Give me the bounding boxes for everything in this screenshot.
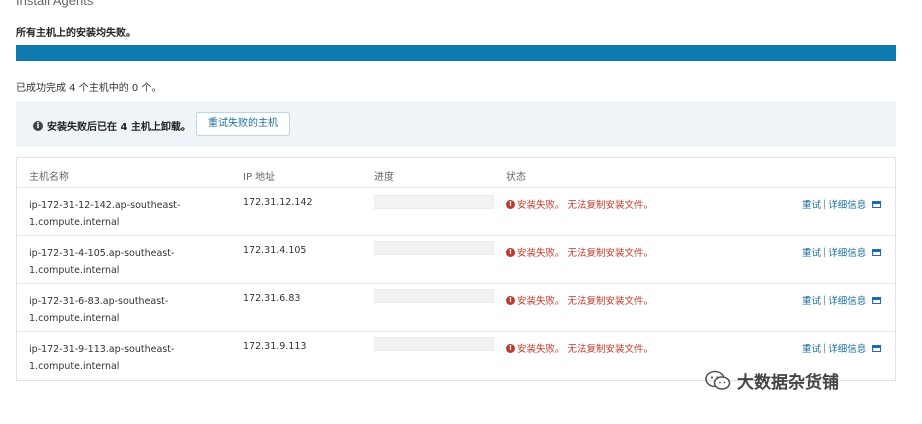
status-text: 安装失败。 无法复制安装文件。: [517, 296, 654, 307]
info-banner: i 安装失败后已在 4 主机上卸载。 重试失败的主机: [16, 101, 896, 147]
banner-text: 安装失败后已在 4 主机上卸载。: [47, 122, 191, 133]
status-cell: ! 安装失败。 无法复制安装文件。: [506, 197, 653, 211]
row-actions: 重试 | 详细信息: [802, 293, 882, 307]
info-icon: i: [33, 120, 43, 131]
separator: |: [823, 342, 827, 354]
retry-link[interactable]: 重试: [802, 341, 821, 355]
ip-address-cell: 172.31.6.83: [243, 293, 301, 304]
status-text: 安装失败。 无法复制安装文件。: [517, 344, 654, 355]
error-icon: !: [506, 247, 515, 257]
table-row: ip-172-31-12-142.ap-southeast- 1.compute…: [17, 188, 895, 236]
page-title: Install Agents: [16, 0, 94, 8]
wechat-icon: [705, 370, 731, 390]
banner-message: i 安装失败后已在 4 主机上卸载。: [33, 118, 191, 133]
table-row: ip-172-31-6-83.ap-southeast- 1.compute.i…: [17, 284, 895, 332]
status-text: 安装失败。 无法复制安装文件。: [517, 200, 654, 211]
host-name-line: ip-172-31-4-105.ap-southeast-: [29, 248, 175, 259]
header-host-name: 主机名称: [29, 172, 69, 183]
separator: |: [823, 198, 827, 210]
status-cell: ! 安装失败。 无法复制安装文件。: [506, 245, 653, 259]
host-name-line: ip-172-31-9-113.ap-southeast-: [29, 344, 175, 355]
ip-address-cell: 172.31.9.113: [243, 341, 307, 352]
details-link[interactable]: 详细信息: [828, 293, 866, 307]
watermark: 大数据杂货铺: [705, 368, 839, 393]
watermark-text: 大数据杂货铺: [737, 373, 839, 393]
status-cell: ! 安装失败。 无法复制安装文件。: [506, 293, 653, 307]
host-name-cell: ip-172-31-6-83.ap-southeast- 1.compute.i…: [29, 293, 219, 327]
row-actions: 重试 | 详细信息: [802, 197, 882, 211]
row-progress-bar: [374, 241, 494, 255]
header-progress: 进度: [374, 172, 394, 183]
overall-progress-bar: [16, 45, 896, 61]
host-name-cell: ip-172-31-9-113.ap-southeast- 1.compute.…: [29, 341, 219, 375]
status-cell: ! 安装失败。 无法复制安装文件。: [506, 341, 653, 355]
row-actions: 重试 | 详细信息: [802, 245, 882, 259]
install-status-message: 所有主机上的安装均失败。: [16, 28, 136, 39]
host-name-line: 1.compute.internal: [29, 265, 120, 276]
window-icon[interactable]: [872, 296, 882, 304]
table-row: ip-172-31-4-105.ap-southeast- 1.compute.…: [17, 236, 895, 284]
separator: |: [823, 294, 827, 306]
ip-address-cell: 172.31.12.142: [243, 197, 313, 208]
retry-link[interactable]: 重试: [802, 293, 821, 307]
row-progress-bar: [374, 195, 494, 209]
error-icon: !: [506, 343, 515, 353]
row-progress-bar: [374, 289, 494, 303]
details-link[interactable]: 详细信息: [828, 245, 866, 259]
window-icon[interactable]: [872, 248, 882, 256]
row-progress-bar: [374, 337, 494, 351]
window-icon[interactable]: [872, 200, 882, 208]
separator: |: [823, 246, 827, 258]
error-icon: !: [506, 199, 515, 209]
status-text: 安装失败。 无法复制安装文件。: [517, 248, 654, 259]
retry-failed-hosts-button[interactable]: 重试失败的主机: [196, 112, 290, 136]
details-link[interactable]: 详细信息: [828, 341, 866, 355]
ip-address-cell: 172.31.4.105: [243, 245, 307, 256]
host-name-line: 1.compute.internal: [29, 361, 120, 372]
error-icon: !: [506, 295, 515, 305]
completion-summary: 已成功完成 4 个主机中的 0 个。: [16, 83, 162, 94]
retry-link[interactable]: 重试: [802, 197, 821, 211]
row-actions: 重试 | 详细信息: [802, 341, 882, 355]
host-name-line: ip-172-31-12-142.ap-southeast-: [29, 200, 181, 211]
host-name-cell: ip-172-31-12-142.ap-southeast- 1.compute…: [29, 197, 219, 231]
hosts-table: 主机名称 IP 地址 进度 状态 ip-172-31-12-142.ap-sou…: [16, 157, 896, 381]
header-ip-address: IP 地址: [243, 172, 276, 183]
host-name-line: 1.compute.internal: [29, 313, 120, 324]
host-name-line: ip-172-31-6-83.ap-southeast-: [29, 296, 169, 307]
details-link[interactable]: 详细信息: [828, 197, 866, 211]
retry-link[interactable]: 重试: [802, 245, 821, 259]
window-icon[interactable]: [872, 344, 882, 352]
header-status: 状态: [506, 172, 526, 183]
host-name-line: 1.compute.internal: [29, 217, 120, 228]
host-name-cell: ip-172-31-4-105.ap-southeast- 1.compute.…: [29, 245, 219, 279]
